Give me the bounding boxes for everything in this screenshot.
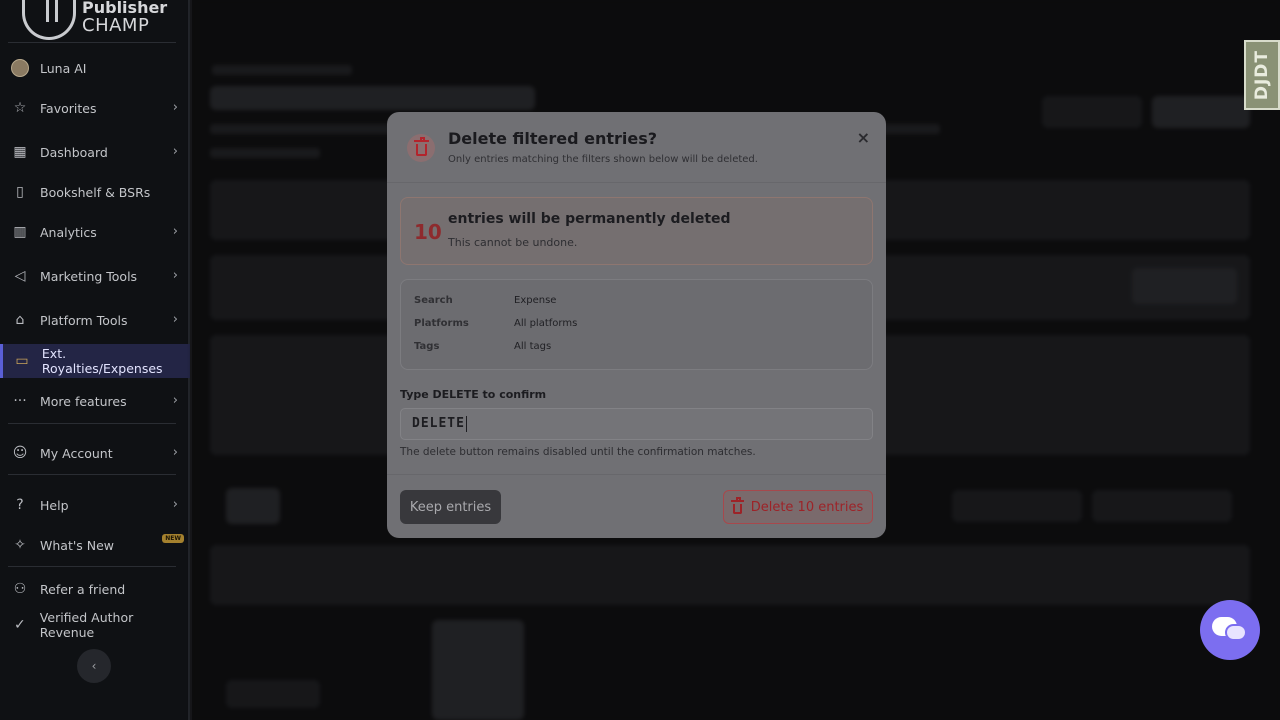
chevron-right-icon: › (172, 144, 178, 159)
users-icon: ⚇ (13, 581, 27, 597)
modal-subtitle: Only entries matching the filters shown … (448, 154, 758, 165)
confirm-input[interactable]: DELETE (400, 408, 873, 440)
warning-title: entries will be permanently deleted (448, 211, 731, 227)
text-caret (465, 415, 467, 432)
collapse-sidebar-button[interactable]: ‹ (77, 649, 111, 683)
sidebar-item-label: More features (40, 393, 127, 409)
modal-footer: Keep entries Delete 10 entries (387, 474, 886, 538)
sidebar-item-my-account[interactable]: ☺ My Account › (0, 436, 190, 470)
sidebar-item-bookshelf[interactable]: ▯ Bookshelf & BSRs (0, 175, 190, 209)
sidebar-item-verified[interactable]: ✓ Verified Author Revenue (0, 608, 190, 642)
sidebar-user-label: Luna AI (40, 60, 87, 76)
modal-header: Delete filtered entries? Only entries ma… (387, 112, 886, 183)
sidebar-user[interactable]: Luna AI (0, 51, 190, 85)
chevron-right-icon: › (172, 100, 178, 115)
sidebar-item-label: My Account (40, 445, 113, 461)
help-icon: ? (16, 497, 24, 513)
sidebar-item-label: Dashboard (40, 144, 108, 160)
filter-row-platforms: Platforms All platforms (414, 318, 577, 329)
sidebar-item-marketing-tools[interactable]: ◁ Marketing Tools › (0, 259, 190, 293)
modal-title: Delete filtered entries? (448, 129, 658, 148)
debug-toolbar-handle[interactable]: DJDT (1244, 40, 1280, 110)
logo-line2: CHAMP (82, 15, 150, 36)
chevron-right-icon: › (172, 312, 178, 327)
dashboard-icon: ▦ (13, 144, 27, 160)
filter-key: Search (414, 295, 453, 306)
chat-bubble-icon (1225, 624, 1247, 641)
sidebar-divider (8, 423, 176, 424)
delete-count: 10 (414, 220, 442, 244)
filter-key: Platforms (414, 318, 469, 329)
confirm-help-text: The delete button remains disabled until… (400, 446, 756, 458)
store-icon: ⌂ (15, 312, 25, 328)
sidebar-item-whats-new[interactable]: ✧ What's New NEW (0, 528, 190, 562)
chevron-right-icon: › (172, 268, 178, 283)
sidebar-divider (8, 566, 176, 567)
sparkle-icon: ✧ (14, 537, 26, 553)
debug-toolbar-label: DJDT (1252, 49, 1272, 101)
new-badge: NEW (162, 534, 184, 543)
analytics-icon: ▥ (13, 224, 27, 240)
sidebar-item-label: What's New (40, 537, 115, 553)
confirm-label: Type DELETE to confirm (400, 388, 547, 401)
chevron-right-icon: › (172, 497, 178, 512)
sidebar-item-help[interactable]: ? Help › (0, 488, 190, 522)
sidebar-divider (8, 474, 176, 475)
sidebar-item-ext-royalties[interactable]: ▭ Ext. Royalties/Expenses (0, 344, 190, 378)
sidebar-item-label: Bookshelf & BSRs (40, 184, 151, 200)
filter-value: All platforms (514, 318, 578, 329)
delete-button-label: Delete 10 entries (750, 499, 864, 515)
sidebar-item-label: Refer a friend (40, 581, 126, 597)
filters-summary: Search Expense Platforms All platforms T… (400, 279, 873, 370)
sidebar-item-label: Marketing Tools (40, 268, 138, 284)
sidebar-item-analytics[interactable]: ▥ Analytics › (0, 215, 190, 249)
sidebar-item-label: Favorites (40, 100, 97, 116)
chevron-right-icon: › (172, 224, 178, 239)
logo-text: Publisher CHAMP (82, 0, 167, 35)
chevron-left-icon: ‹ (91, 659, 97, 673)
sidebar-item-favorites[interactable]: ☆ Favorites › (0, 91, 190, 125)
star-icon: ☆ (13, 100, 27, 116)
sidebar-divider (8, 42, 176, 43)
filter-value: All tags (514, 341, 552, 352)
filter-key: Tags (414, 341, 440, 352)
plug-logo-icon (22, 0, 76, 40)
sidebar-item-label: Help (40, 497, 69, 513)
filter-value: Expense (514, 295, 557, 306)
sidebar-item-label: Ext. Royalties/Expenses (41, 346, 163, 376)
filter-row-tags: Tags All tags (414, 341, 551, 352)
close-icon[interactable]: × (857, 128, 870, 147)
warning-box: 10 entries will be permanently deleted T… (400, 197, 873, 265)
trash-icon (730, 496, 744, 514)
sidebar-item-refer[interactable]: ⚇ Refer a friend (0, 572, 190, 606)
wallet-icon: ▭ (15, 353, 29, 369)
delete-entries-button[interactable]: Delete 10 entries (723, 490, 873, 524)
chat-launcher-button[interactable] (1200, 600, 1260, 660)
megaphone-icon: ◁ (14, 268, 26, 284)
book-icon: ▯ (16, 184, 24, 200)
sidebar-item-label: Platform Tools (40, 312, 128, 328)
trash-icon (407, 134, 435, 162)
chevron-right-icon: › (172, 445, 178, 460)
check-circle-icon: ✓ (14, 617, 26, 633)
delete-filtered-modal: Delete filtered entries? Only entries ma… (387, 112, 886, 538)
sidebar-item-more-features[interactable]: ··· More features › (0, 384, 190, 418)
warning-subtitle: This cannot be undone. (448, 236, 578, 249)
avatar (11, 59, 29, 77)
sidebar-item-dashboard[interactable]: ▦ Dashboard › (0, 135, 190, 169)
sidebar-item-label: Verified Author Revenue (39, 610, 134, 640)
sidebar-item-label: Analytics (40, 224, 97, 240)
confirm-input-value: DELETE (412, 416, 465, 431)
more-dots-icon: ··· (13, 393, 27, 409)
sidebar-item-platform-tools[interactable]: ⌂ Platform Tools › (0, 303, 190, 337)
filter-row-search: Search Expense (414, 295, 556, 306)
chevron-right-icon: › (172, 393, 178, 408)
sidebar: Publisher CHAMP Luna AI ☆ Favorites › ▦ … (0, 0, 190, 720)
publisher-champ-logo[interactable]: Publisher CHAMP (22, 0, 167, 40)
keep-entries-button[interactable]: Keep entries (400, 490, 501, 524)
user-gear-icon: ☺ (12, 445, 28, 461)
